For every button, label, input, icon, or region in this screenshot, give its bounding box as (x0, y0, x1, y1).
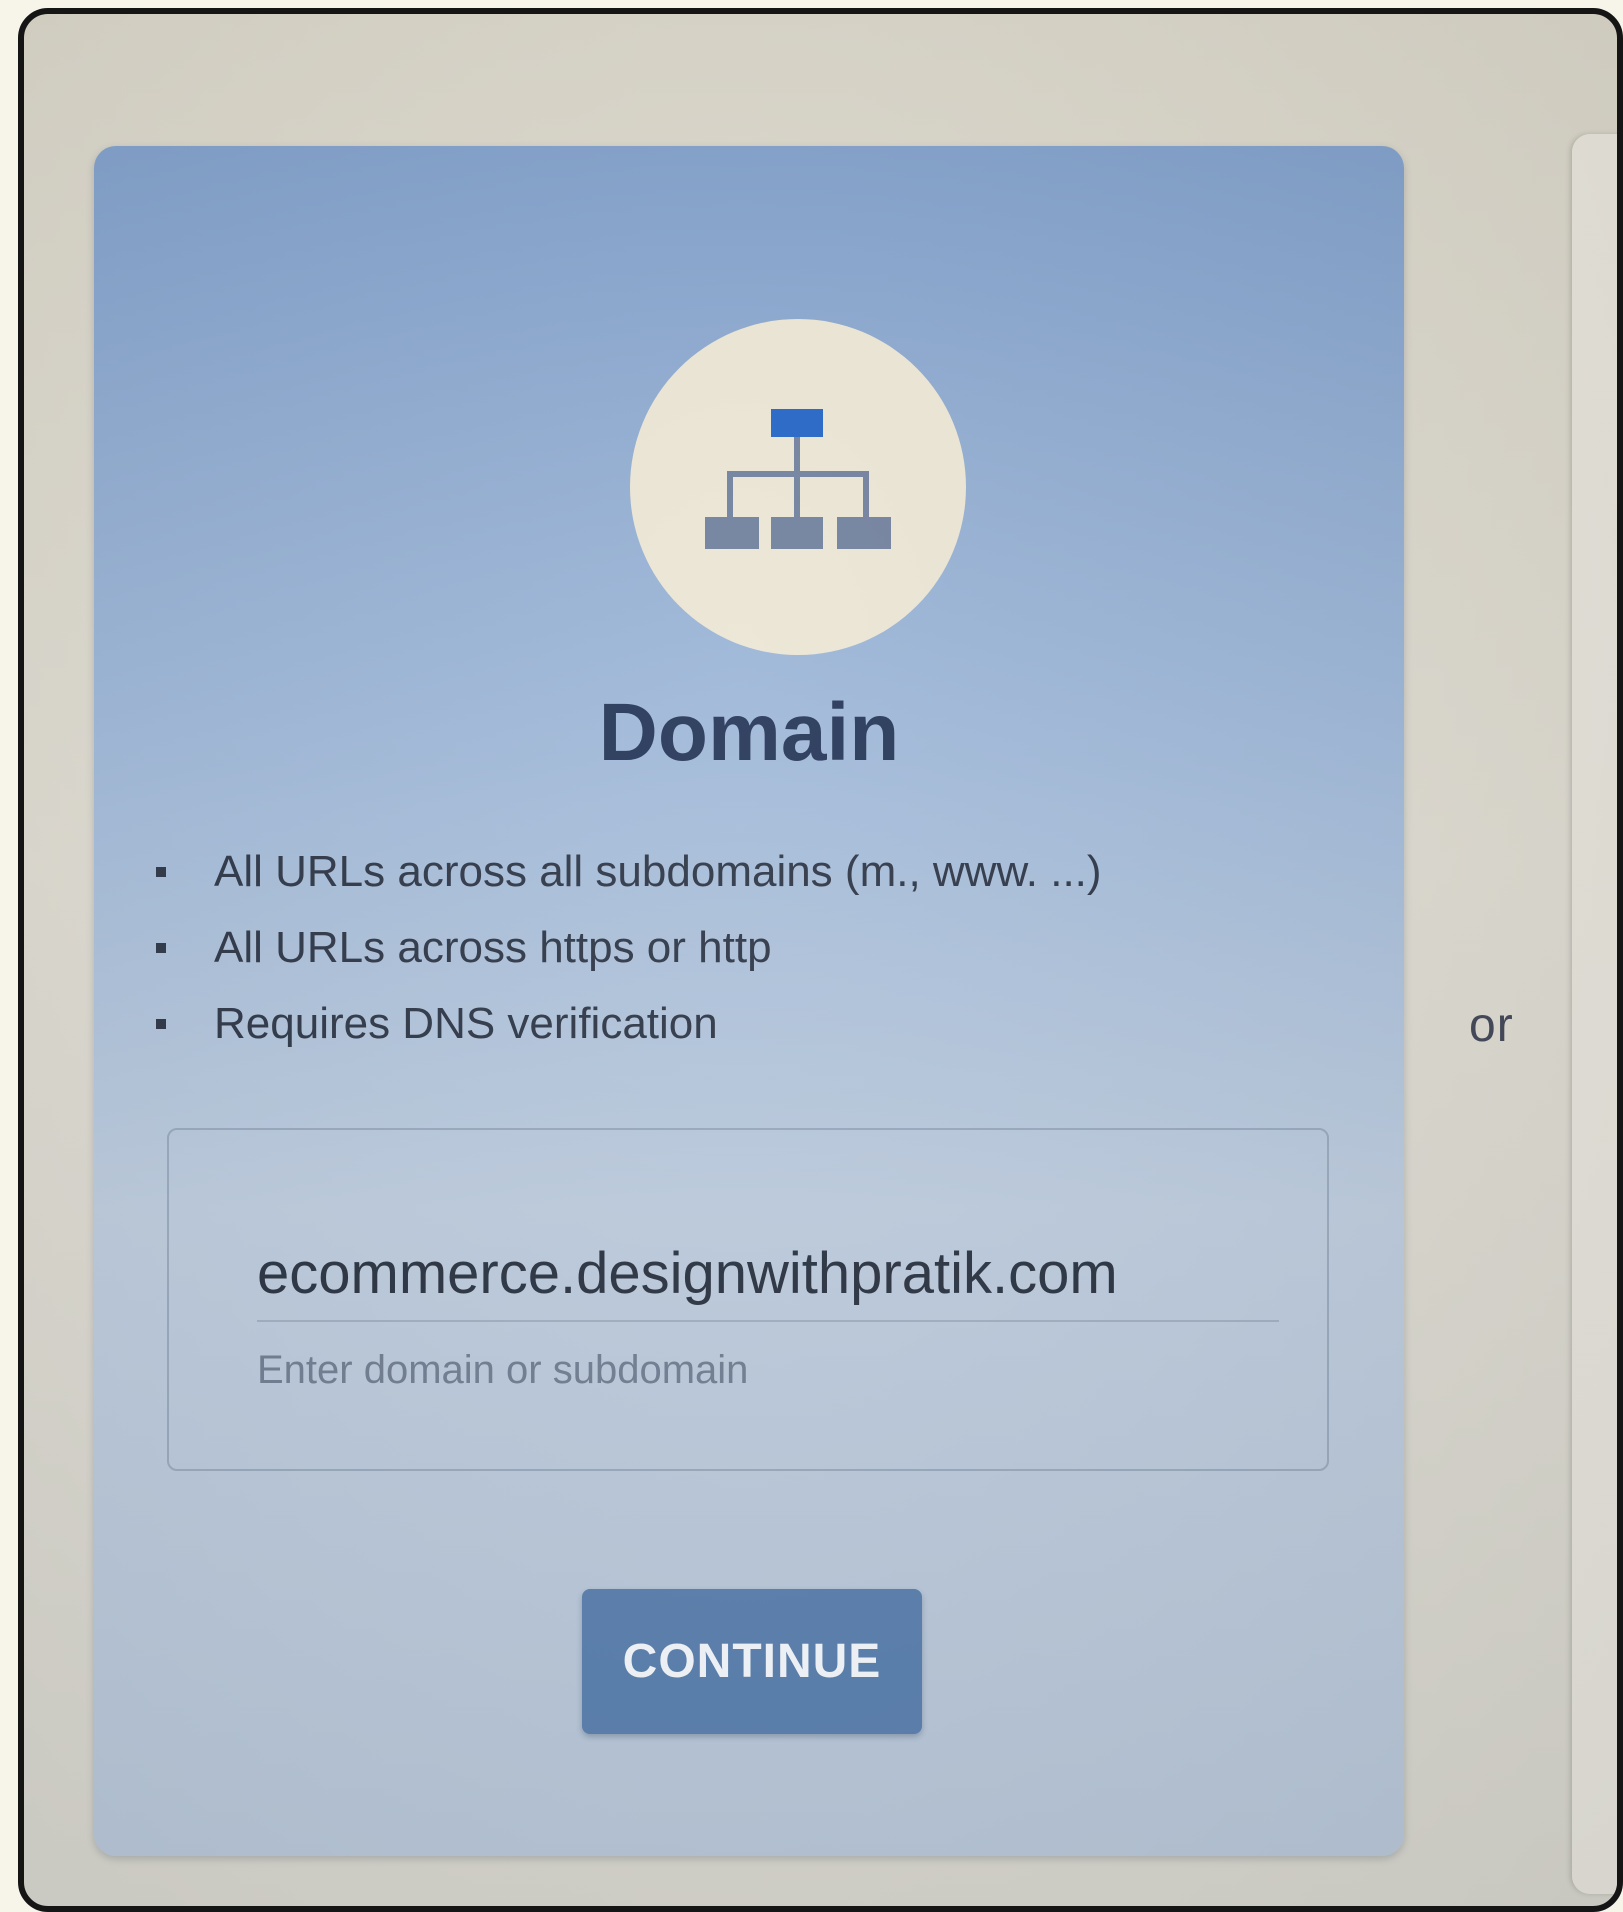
continue-button[interactable]: CONTINUE (582, 1589, 922, 1734)
icon-circle (630, 319, 966, 655)
card-title: Domain (598, 687, 900, 778)
or-separator: or (1469, 999, 1514, 1052)
feature-list: All URLs across all subdomains (m., www.… (144, 834, 1102, 1062)
feature-item: All URLs across all subdomains (m., www.… (144, 834, 1102, 910)
domain-input[interactable] (257, 1240, 1257, 1307)
input-hint: Enter domain or subdomain (257, 1348, 749, 1392)
feature-item: Requires DNS verification (144, 986, 1102, 1062)
input-underline (257, 1320, 1279, 1322)
url-prefix-card-edge[interactable] (1572, 134, 1617, 1894)
sitemap-icon (705, 409, 891, 549)
screen-photo: Domain All URLs across all subdomains (m… (18, 8, 1623, 1912)
feature-item: All URLs across https or http (144, 910, 1102, 986)
domain-property-card[interactable]: Domain All URLs across all subdomains (m… (94, 146, 1404, 1856)
domain-input-box[interactable]: Enter domain or subdomain (167, 1128, 1329, 1471)
